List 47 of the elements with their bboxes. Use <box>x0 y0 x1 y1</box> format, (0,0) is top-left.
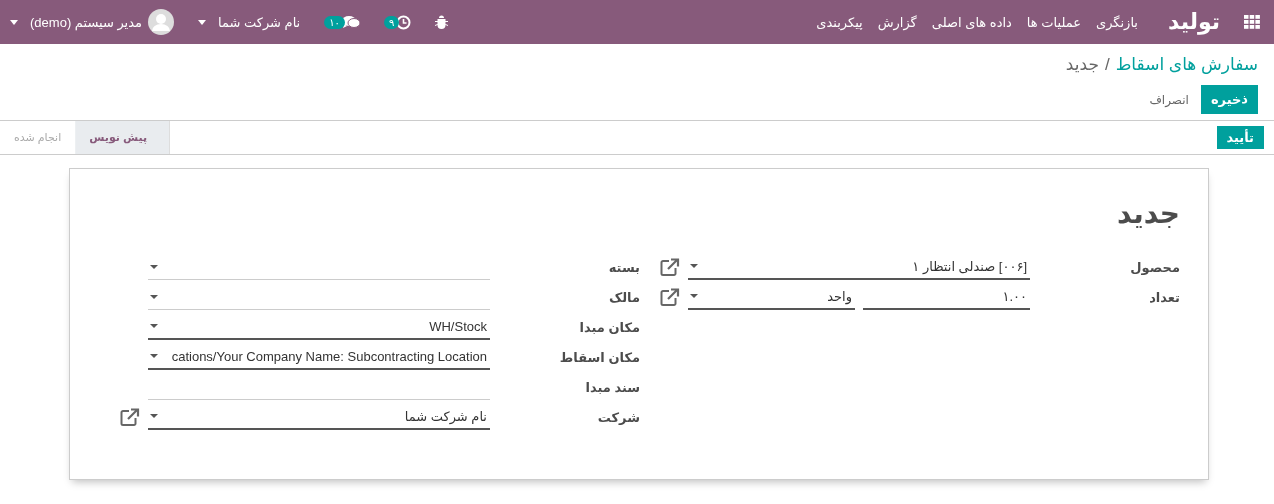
caret-icon <box>150 414 158 418</box>
breadcrumb-current: جدید <box>1065 55 1099 74</box>
clock-icon[interactable] <box>396 14 412 30</box>
field-label: شرکت <box>597 409 640 425</box>
menu-item[interactable]: عملیات ها <box>1026 14 1081 30</box>
status-stage[interactable]: پیش نویس <box>75 121 171 154</box>
caret-icon <box>690 294 698 298</box>
dropdown-field[interactable]: WH/Stock <box>148 314 490 340</box>
menu-item[interactable]: بازنگری <box>1095 14 1138 30</box>
apps-menu-icon[interactable] <box>1244 15 1260 29</box>
user-menu[interactable]: مدیر سیستم (demo) <box>10 9 174 35</box>
chat-icon[interactable] <box>342 15 360 29</box>
caret-icon <box>150 264 158 269</box>
field-label: محصول <box>1130 259 1180 275</box>
field-label: مالک <box>608 289 640 305</box>
caret-icon <box>150 294 158 299</box>
bug-icon[interactable] <box>435 15 449 29</box>
activity-count-badge: ۹ <box>384 15 400 29</box>
confirm-button[interactable]: تأیید <box>1216 126 1264 149</box>
breadcrumb-separator: / <box>1104 55 1110 74</box>
external-link-icon[interactable] <box>660 257 680 277</box>
record-title: جدید <box>1115 197 1180 230</box>
dropdown-field[interactable]: [۰۰۶] صندلی انتظار ۱ <box>688 254 1030 280</box>
discard-button[interactable]: انصراف <box>1143 86 1195 113</box>
external-link-icon[interactable] <box>120 407 140 427</box>
field-label: بسته <box>608 259 640 275</box>
field-label: تعداد <box>1149 289 1180 305</box>
breadcrumb-link[interactable]: سفارش های اسقاط <box>1115 55 1258 74</box>
menu-item[interactable]: پیکربندی <box>816 14 863 30</box>
dropdown-field[interactable]: نام شرکت شما <box>148 404 490 430</box>
menu-item[interactable]: داده های اصلی <box>931 14 1012 30</box>
field-label: مکان مبدا <box>579 319 640 335</box>
avatar-icon <box>148 9 174 35</box>
external-link-icon[interactable] <box>660 287 680 307</box>
input-field[interactable]: ۱.۰۰ <box>863 284 1030 310</box>
menu-item[interactable]: گزارش <box>877 14 917 30</box>
app-name[interactable]: تولید <box>1168 9 1220 35</box>
company-switcher[interactable]: نام شرکت شما <box>198 14 301 30</box>
field-label: مکان اسقاط <box>559 349 640 365</box>
dropdown-field[interactable]: cations/Your Company Name: Subcontracting Location <box>148 344 490 370</box>
dropdown-field[interactable]: واحد <box>688 284 855 310</box>
field-label: سند مبدا <box>585 379 640 395</box>
caret-icon <box>150 354 158 358</box>
caret-icon <box>690 264 698 268</box>
caret-icon <box>150 324 158 328</box>
message-count-badge: ۱۰ <box>324 15 345 29</box>
save-button[interactable]: ذخیره <box>1200 85 1258 114</box>
